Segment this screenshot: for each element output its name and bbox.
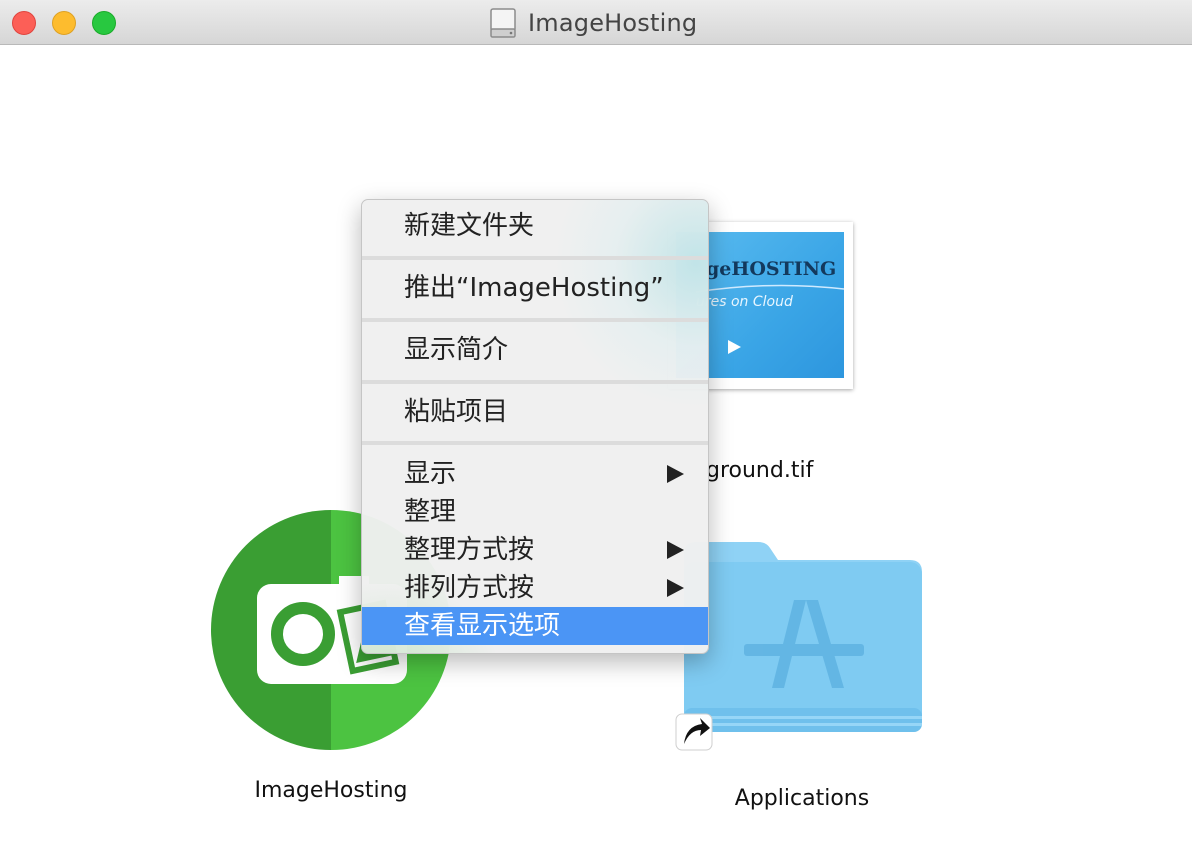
- zoom-window-button[interactable]: [92, 11, 116, 35]
- menu-item-label: 整理: [404, 497, 457, 527]
- thumbnail-tagline: ures on Cloud: [696, 294, 793, 310]
- menu-separator: [362, 380, 708, 384]
- play-triangle-icon: [728, 340, 741, 354]
- submenu-arrow-icon: [667, 465, 684, 483]
- menu-item-sort-by[interactable]: 排列方式按: [362, 569, 708, 607]
- close-window-button[interactable]: [12, 11, 36, 35]
- menu-item-get-info[interactable]: 显示简介: [362, 331, 708, 369]
- alias-arrow-icon: [675, 713, 713, 751]
- submenu-arrow-icon: [667, 541, 684, 559]
- menu-item-label: 粘贴项目: [404, 397, 509, 427]
- background-file-label[interactable]: ground.tif: [706, 458, 813, 483]
- imagehosting-app-label[interactable]: ImageHosting: [200, 778, 462, 803]
- window-title: ImageHosting: [528, 9, 698, 37]
- submenu-arrow-icon: [667, 579, 684, 597]
- menu-item-show[interactable]: 显示: [362, 455, 708, 493]
- menu-item-clean-up[interactable]: 整理: [362, 493, 708, 531]
- menu-item-label: 整理方式按: [404, 535, 535, 565]
- menu-item-paste[interactable]: 粘贴项目: [362, 393, 708, 431]
- menu-item-eject[interactable]: 推出“ImageHosting”: [362, 269, 708, 307]
- menu-item-label: 排列方式按: [404, 573, 535, 603]
- window-title-group: ImageHosting: [488, 6, 697, 40]
- menu-item-clean-up-by[interactable]: 整理方式按: [362, 531, 708, 569]
- menu-item-label: 显示简介: [404, 335, 509, 365]
- menu-item-label: 显示: [404, 459, 457, 489]
- menu-item-label: 新建文件夹: [404, 211, 535, 241]
- menu-item-show-view-options[interactable]: 查看显示选项: [362, 607, 708, 645]
- title-bar: ImageHosting: [0, 0, 1192, 45]
- applications-folder-label[interactable]: Applications: [680, 786, 924, 811]
- thumbnail-brand-text: geHOSTING: [706, 258, 837, 280]
- menu-item-label: 推出“ImageHosting”: [404, 273, 664, 303]
- menu-item-new-folder[interactable]: 新建文件夹: [362, 207, 708, 245]
- menu-separator: [362, 441, 708, 445]
- menu-item-label: 查看显示选项: [404, 611, 561, 641]
- disk-image-icon: [490, 8, 516, 38]
- minimize-window-button[interactable]: [52, 11, 76, 35]
- menu-separator: [362, 256, 708, 260]
- context-menu: 新建文件夹 推出“ImageHosting” 显示简介 粘贴项目 显示 整理 整…: [361, 199, 709, 654]
- applications-folder-icon[interactable]: [674, 538, 926, 760]
- menu-separator: [362, 318, 708, 322]
